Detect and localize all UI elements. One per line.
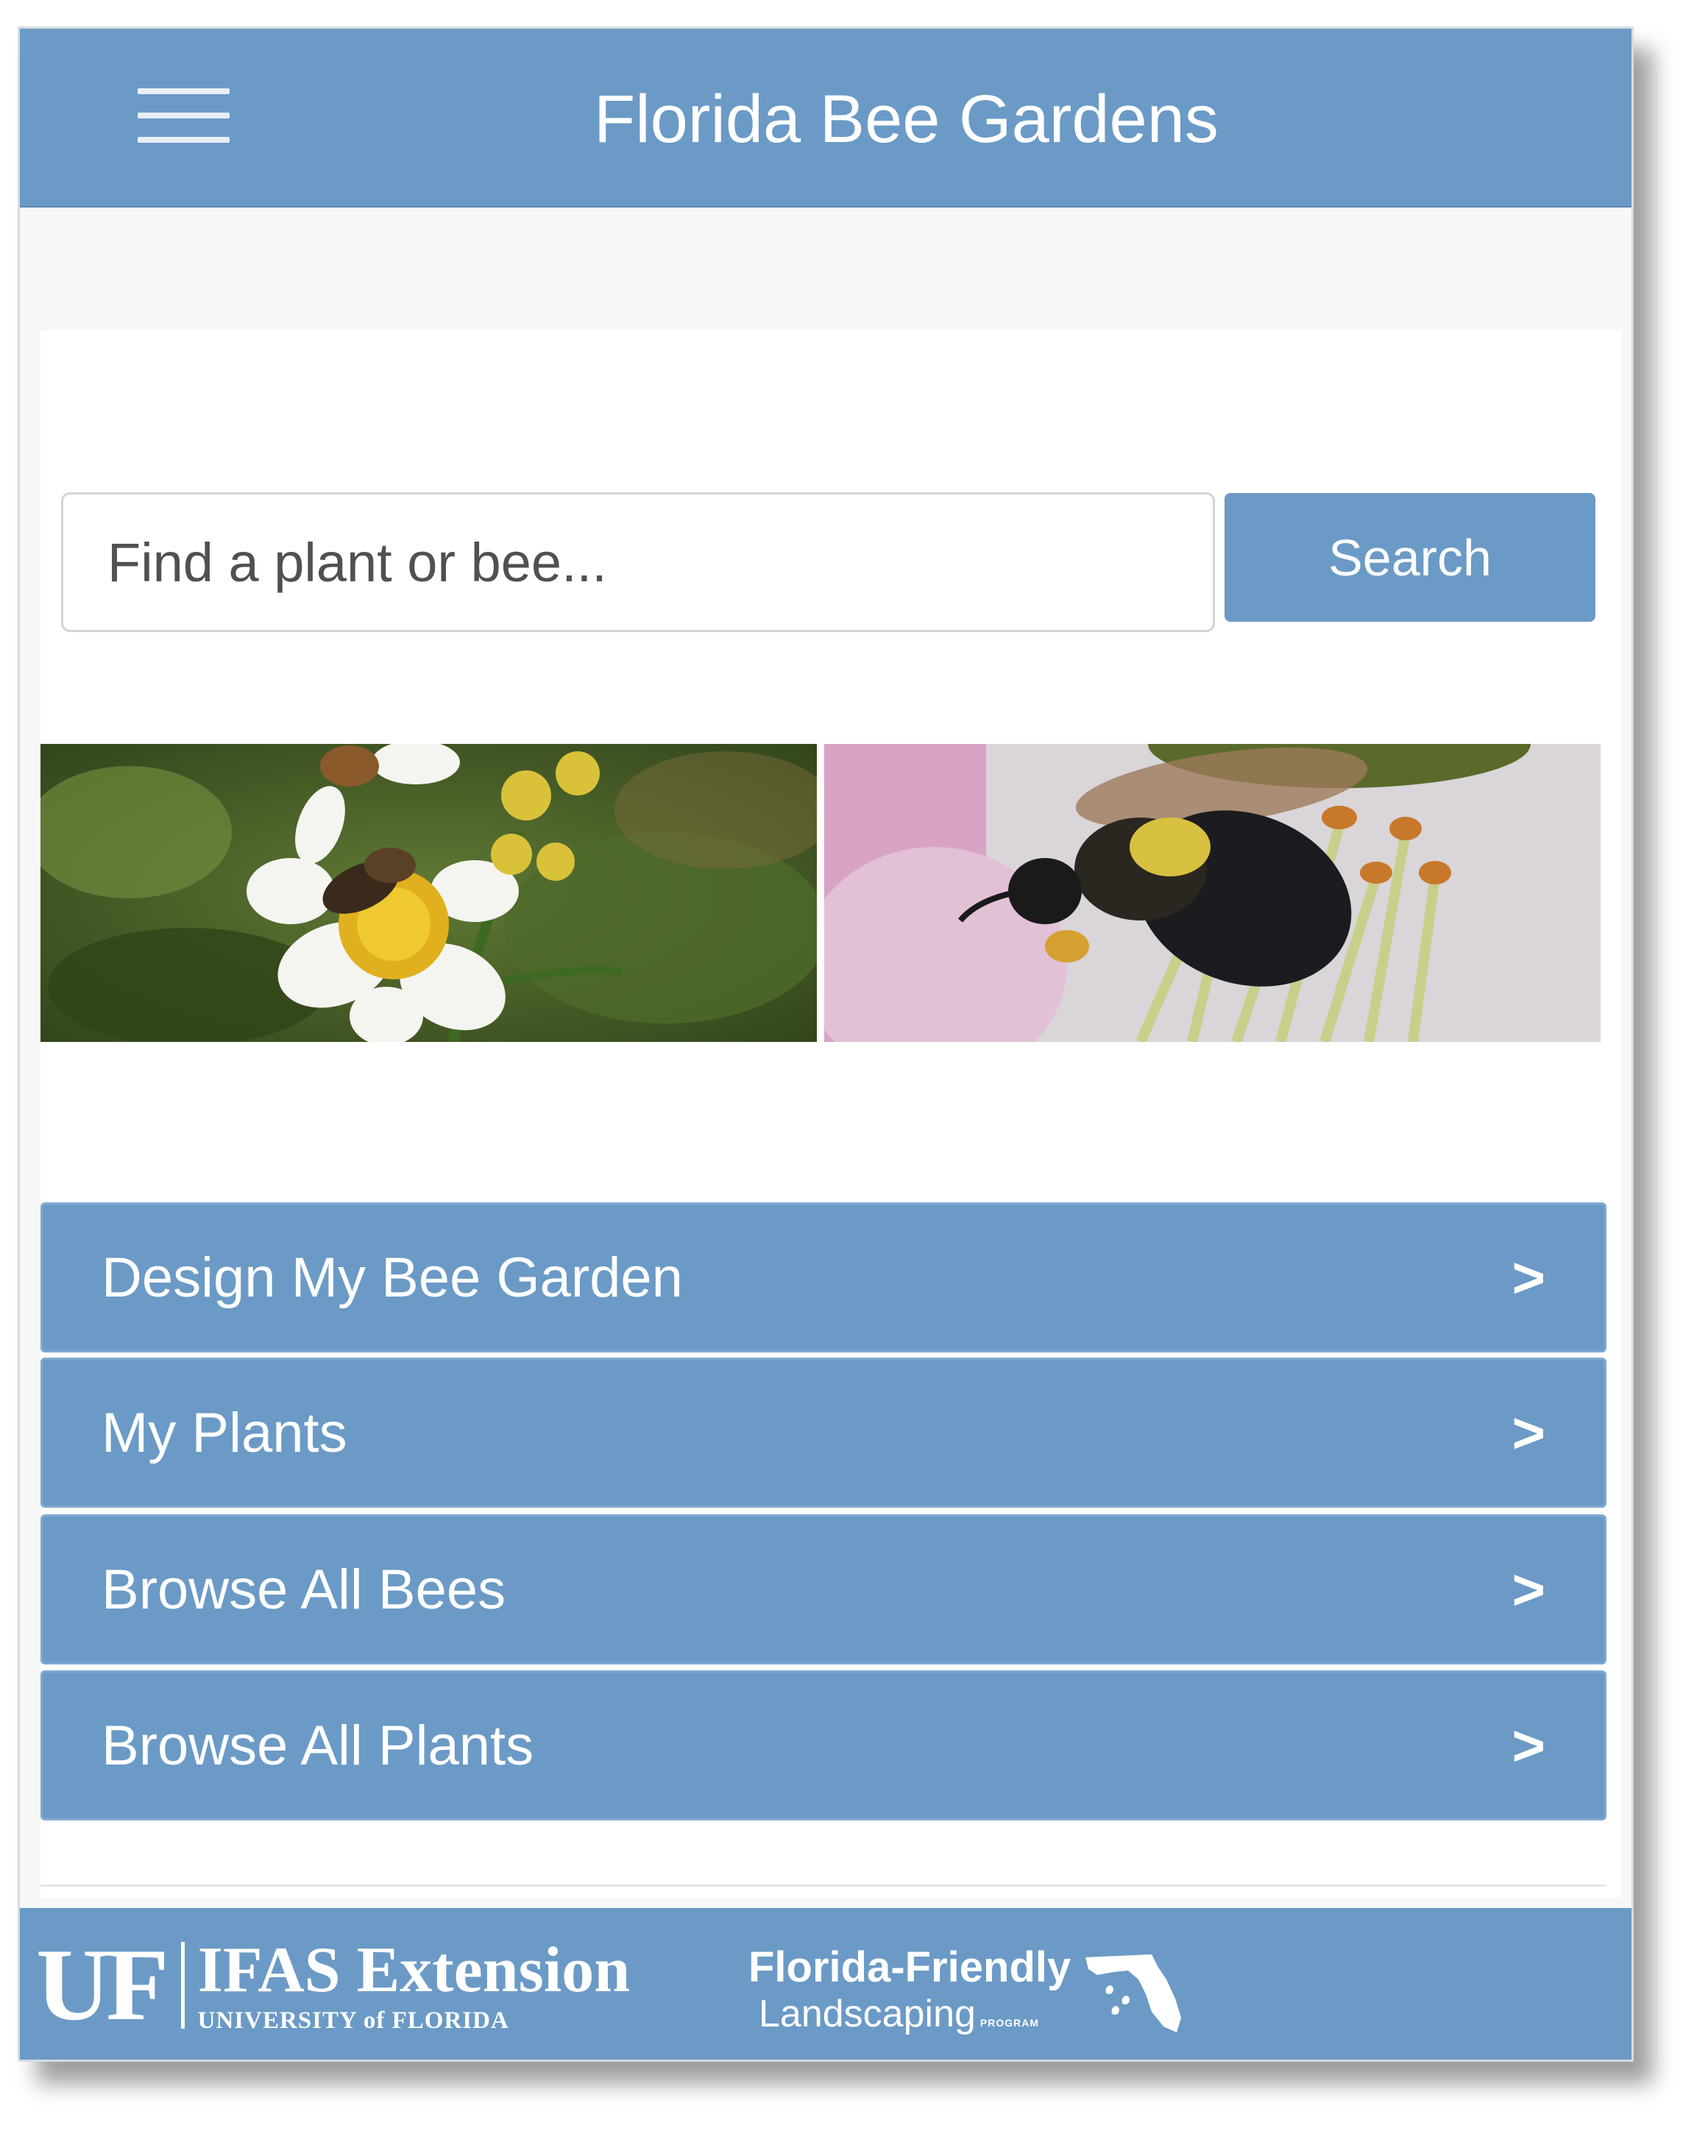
ffl-line2-text: Landscaping bbox=[759, 1993, 976, 2035]
app-header: Florida Bee Gardens bbox=[20, 29, 1631, 208]
uf-ifas-extension-logo[interactable]: UF IFAS Extension UNIVERSITY of FLORIDA bbox=[36, 1930, 630, 2040]
menu-bar bbox=[138, 88, 230, 94]
ffl-line2: Landscaping PROGRAM bbox=[748, 1992, 1071, 2045]
nav-item-my-plants[interactable]: My Plants > bbox=[40, 1358, 1606, 1508]
menu-bar bbox=[138, 137, 230, 143]
search-input[interactable] bbox=[61, 492, 1215, 632]
ifas-subtitle: UNIVERSITY of FLORIDA bbox=[197, 2007, 509, 2034]
ifas-wordmark: IFAS Extension UNIVERSITY of FLORIDA bbox=[198, 1935, 631, 2035]
search-button[interactable]: Search bbox=[1225, 493, 1595, 622]
uf-mark: UF bbox=[36, 1928, 169, 2042]
logo-separator bbox=[180, 1942, 185, 2029]
nav-item-label: Browse All Bees bbox=[102, 1558, 506, 1621]
nav-item-browse-all-bees[interactable]: Browse All Bees > bbox=[40, 1514, 1606, 1664]
florida-map-icon bbox=[1085, 1954, 1182, 2032]
ffl-wordmark: Florida-Friendly Landscaping PROGRAM bbox=[748, 1943, 1071, 2045]
divider bbox=[40, 1884, 1606, 1887]
ffl-line1: Florida-Friendly bbox=[748, 1943, 1071, 1991]
chevron-right-icon: > bbox=[1512, 1400, 1545, 1465]
nav-item-label: Design My Bee Garden bbox=[102, 1246, 683, 1309]
menu-bar bbox=[138, 113, 230, 118]
chevron-right-icon: > bbox=[1512, 1712, 1545, 1778]
nav-item-label: My Plants bbox=[102, 1401, 347, 1464]
hamburger-menu-icon[interactable] bbox=[138, 71, 237, 160]
florida-friendly-landscaping-logo[interactable]: Florida-Friendly Landscaping PROGRAM bbox=[748, 1939, 1187, 2049]
app-title: Florida Bee Gardens bbox=[594, 82, 1219, 157]
ifas-title: IFAS Extension bbox=[197, 1935, 631, 2006]
bee-on-white-flower-photo bbox=[40, 744, 817, 1042]
nav-item-design-my-bee-garden[interactable]: Design My Bee Garden > bbox=[40, 1202, 1606, 1352]
chevron-right-icon: > bbox=[1512, 1556, 1545, 1622]
app-window: Florida Bee Gardens Search bbox=[18, 26, 1634, 2062]
ffl-program-tag: PROGRAM bbox=[979, 2017, 1040, 2029]
bee-on-stamens-photo bbox=[824, 744, 1601, 1042]
nav-item-label: Browse All Plants bbox=[102, 1714, 534, 1777]
chevron-right-icon: > bbox=[1512, 1244, 1545, 1310]
app-footer: UF IFAS Extension UNIVERSITY of FLORIDA … bbox=[20, 1908, 1631, 2060]
nav-item-browse-all-plants[interactable]: Browse All Plants > bbox=[40, 1670, 1606, 1820]
